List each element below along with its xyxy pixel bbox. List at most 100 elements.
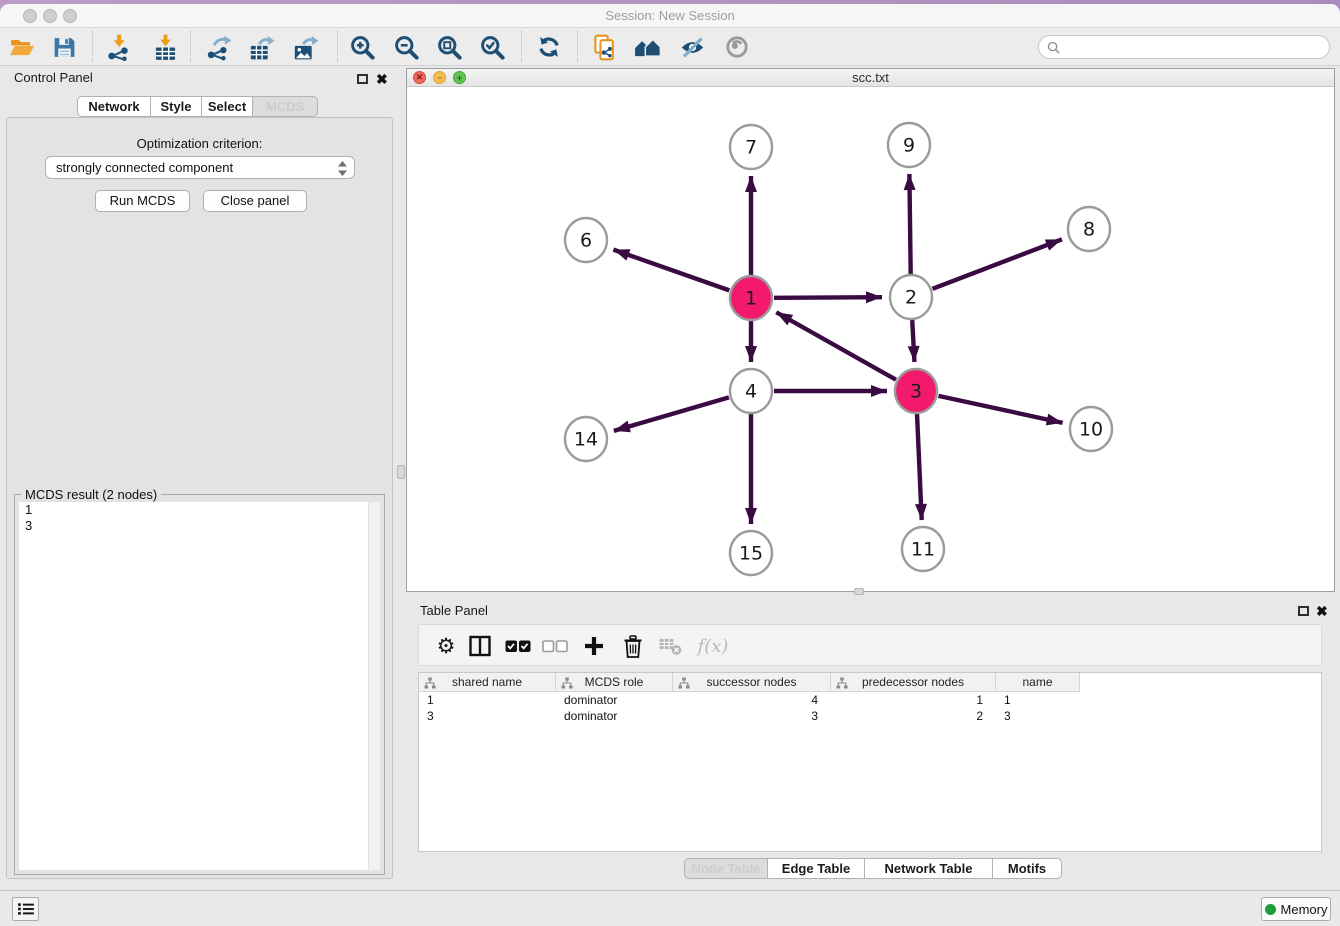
zoom-in-icon[interactable]	[347, 32, 377, 62]
tab-node-table[interactable]: Node Table	[684, 858, 768, 879]
search-input[interactable]	[1065, 40, 1321, 55]
tab-style[interactable]: Style	[150, 96, 202, 117]
panel-layout-icon[interactable]	[465, 631, 495, 661]
save-session-icon[interactable]	[49, 32, 79, 62]
tab-mcds[interactable]: MCDS	[252, 96, 318, 117]
table-header-row: shared name MCDS rolesuccessor nodesprede…	[419, 673, 1321, 692]
export-table-icon[interactable]	[246, 32, 276, 62]
table-cell[interactable]: 2	[831, 708, 996, 724]
task-history-button[interactable]	[12, 897, 39, 921]
graph-edge-2-3[interactable]	[912, 320, 914, 362]
show-panel-icon[interactable]	[722, 32, 752, 62]
clone-network-icon[interactable]	[590, 32, 620, 62]
column-header-successor-nodes[interactable]: successor nodes	[673, 673, 831, 692]
deselect-all-icon[interactable]	[540, 631, 570, 661]
scrollbar-track[interactable]	[368, 502, 380, 870]
tab-network[interactable]: Network	[77, 96, 151, 117]
graph-node-1[interactable]: 1	[730, 276, 772, 320]
network-graph[interactable]: 7 9 6 8 1 2 4 3 14 10 15 11	[407, 87, 1334, 591]
add-row-icon[interactable]	[579, 631, 609, 661]
home-icon[interactable]	[633, 32, 663, 62]
graph-node-6[interactable]: 6	[565, 218, 607, 262]
tab-edge-table[interactable]: Edge Table	[767, 858, 865, 879]
export-network-icon[interactable]	[203, 32, 233, 62]
graph-node-2[interactable]: 2	[890, 275, 932, 319]
close-panel-icon[interactable]: ✖	[376, 72, 388, 86]
search-box[interactable]	[1038, 35, 1330, 59]
column-header-shared-name[interactable]: shared name	[419, 673, 556, 692]
graph-node-7[interactable]: 7	[730, 125, 772, 169]
table-cell[interactable]: 3	[673, 708, 831, 724]
float-panel-icon[interactable]	[357, 74, 368, 84]
close-table-panel-icon[interactable]: ✖	[1316, 604, 1328, 618]
column-header-name[interactable]: name	[996, 673, 1080, 692]
tab-motifs[interactable]: Motifs	[992, 858, 1062, 879]
refresh-icon[interactable]	[534, 32, 564, 62]
function-builder-icon[interactable]: f(x)	[693, 631, 733, 661]
toolbar-separator	[92, 31, 93, 62]
table-cell[interactable]: 3	[996, 708, 1080, 724]
table-cell[interactable]: dominator	[556, 692, 673, 708]
graph-node-8[interactable]: 8	[1068, 207, 1110, 251]
table-cell[interactable]: 1	[831, 692, 996, 708]
table-cell[interactable]: 1	[419, 692, 556, 708]
hide-panel-icon[interactable]	[677, 32, 707, 62]
graph-node-10[interactable]: 10	[1070, 407, 1112, 451]
svg-text:8: 8	[1083, 219, 1095, 241]
graph-edge-3-1[interactable]	[776, 312, 896, 379]
memory-button[interactable]: Memory	[1261, 897, 1331, 921]
graph-node-14[interactable]: 14	[565, 417, 607, 461]
table-cell[interactable]: 1	[996, 692, 1080, 708]
run-mcds-button[interactable]: Run MCDS	[95, 190, 190, 212]
graph-edge-1-6[interactable]	[613, 250, 729, 291]
mcds-result-list[interactable]: 13	[19, 502, 380, 870]
graph-edge-2-9[interactable]	[909, 174, 910, 274]
network-canvas[interactable]: 7 9 6 8 1 2 4 3 14 10 15 11	[407, 87, 1334, 591]
zoom-out-icon[interactable]	[391, 32, 421, 62]
table-row[interactable]: 1dominator411	[419, 692, 1321, 708]
table-cell[interactable]: 4	[673, 692, 831, 708]
graph-node-4[interactable]: 4	[730, 369, 772, 413]
zoom-fit-icon[interactable]	[434, 32, 464, 62]
open-session-icon[interactable]	[7, 32, 37, 62]
column-header-predecessor-nodes[interactable]: predecessor nodes	[831, 673, 996, 692]
tab-select[interactable]: Select	[201, 96, 253, 117]
graph-edge-4-14[interactable]	[614, 397, 729, 430]
graph-edge-1-2[interactable]	[774, 297, 882, 298]
svg-text:3: 3	[910, 381, 922, 403]
delete-row-icon[interactable]	[618, 631, 648, 661]
column-header-label: shared name	[452, 675, 522, 689]
graph-node-15[interactable]: 15	[730, 531, 772, 575]
close-panel-button[interactable]: Close panel	[203, 190, 307, 212]
criterion-dropdown-value: strongly connected component	[56, 160, 233, 175]
mcds-result-item[interactable]: 1	[19, 502, 380, 518]
table-cell[interactable]: dominator	[556, 708, 673, 724]
vertical-splitter-handle[interactable]	[397, 465, 405, 479]
graph-edge-2-8[interactable]	[932, 239, 1061, 288]
export-image-icon[interactable]	[290, 32, 320, 62]
mcds-result-item[interactable]: 3	[19, 518, 380, 534]
horizontal-splitter-handle[interactable]	[854, 588, 864, 595]
graph-edge-3-11[interactable]	[917, 414, 922, 520]
tab-network-table[interactable]: Network Table	[864, 858, 993, 879]
delete-table-icon[interactable]	[655, 631, 685, 661]
criterion-dropdown[interactable]: strongly connected component	[45, 156, 355, 179]
import-table-icon[interactable]	[150, 32, 180, 62]
mcds-panel: Optimization criterion: strongly connect…	[6, 117, 393, 879]
graph-node-3[interactable]: 3	[895, 369, 937, 413]
graph-edge-3-10[interactable]	[938, 396, 1062, 423]
select-all-icon[interactable]	[503, 631, 533, 661]
graph-node-11[interactable]: 11	[902, 527, 944, 571]
column-header-MCDS-role[interactable]: MCDS role	[556, 673, 673, 692]
table-row[interactable]: 3dominator323	[419, 708, 1321, 724]
table-cell[interactable]: 3	[419, 708, 556, 724]
main-toolbar	[0, 28, 1340, 66]
import-network-icon[interactable]	[103, 32, 133, 62]
network-view-window: ✕ − + scc.txt 7 9 6 8 1 2 4 3 14 10 15 11	[406, 68, 1335, 592]
zoom-selected-icon[interactable]	[477, 32, 507, 62]
graph-node-9[interactable]: 9	[888, 123, 930, 167]
float-table-panel-icon[interactable]	[1298, 606, 1309, 616]
column-settings-icon[interactable]: ⚙	[431, 631, 461, 661]
status-bar: Memory	[0, 890, 1340, 926]
network-window-titlebar[interactable]: ✕ − + scc.txt	[407, 69, 1334, 87]
